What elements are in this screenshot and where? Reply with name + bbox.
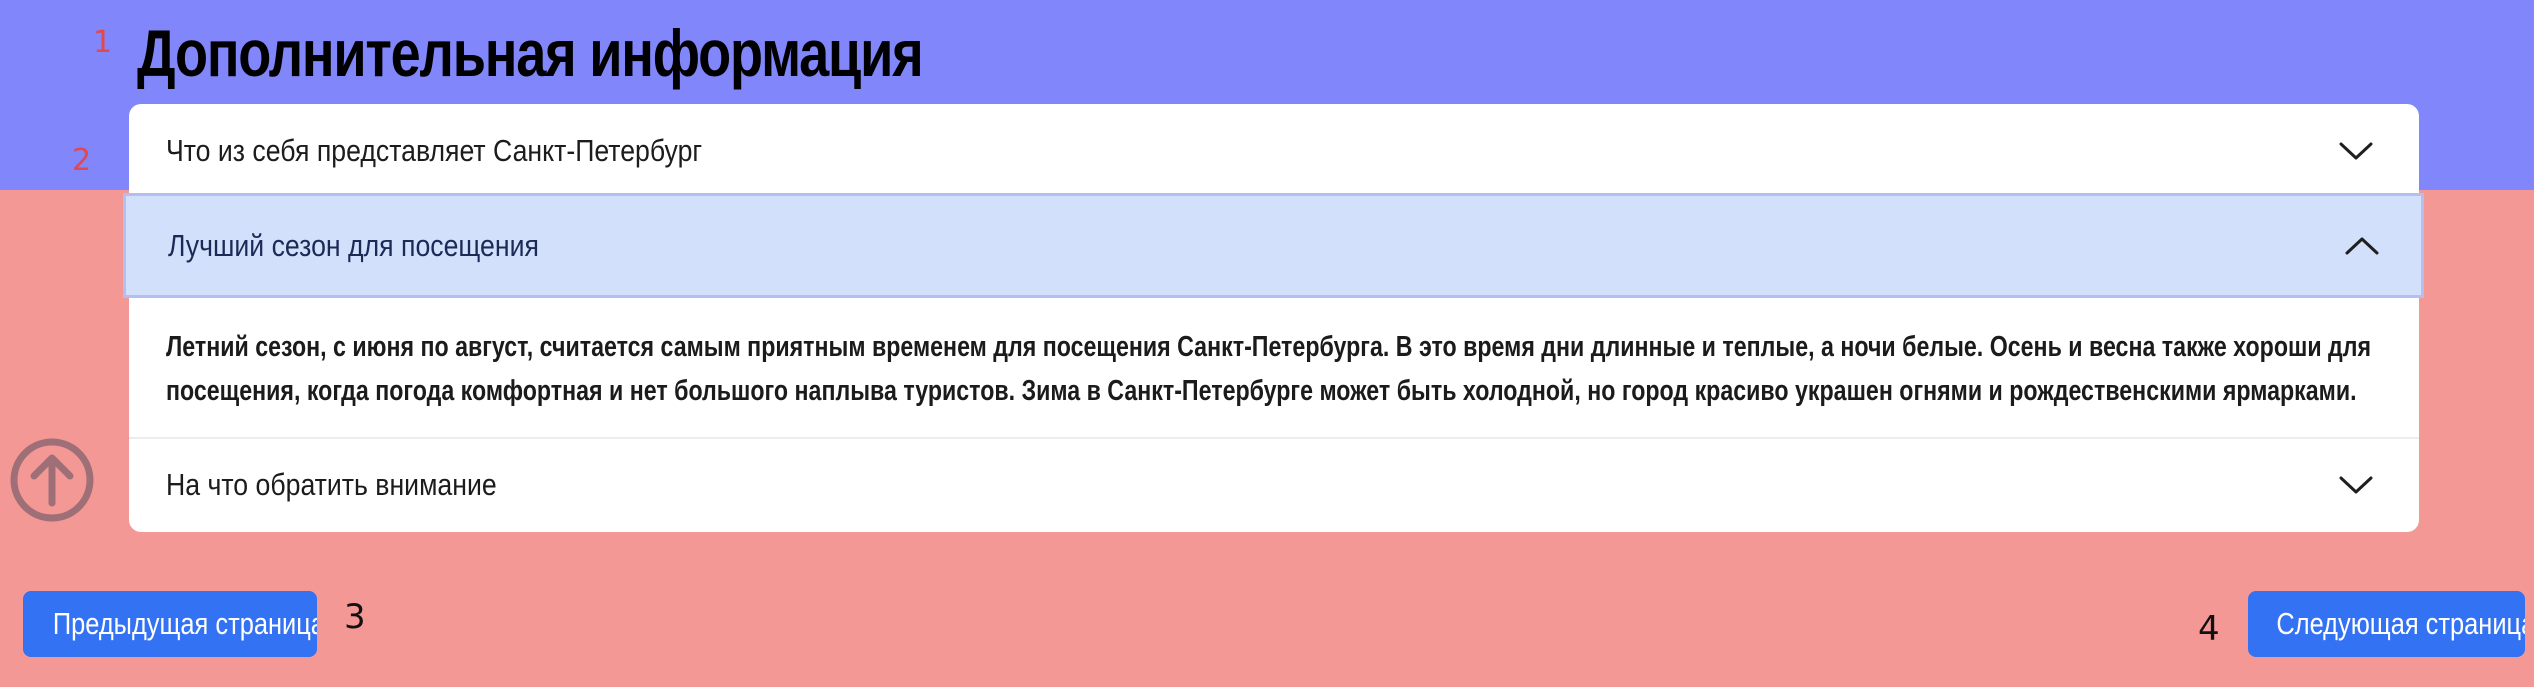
annotation-marker-4: 4 — [2198, 609, 2220, 649]
accordion-answer: Летний сезон, с июня по август, считаетс… — [166, 325, 2406, 413]
chevron-down-icon — [2339, 476, 2373, 494]
answer-line: посещения, когда погода комфортная и нет… — [166, 375, 2357, 407]
accordion-question: Что из себя представляет Санкт-Петербург — [166, 133, 703, 168]
accordion-item-best-season[interactable]: Лучший сезон для посещения — [123, 193, 2424, 298]
footer-strip — [0, 687, 2534, 698]
previous-page-label: Предыдущая страница — [52, 606, 317, 641]
next-page-label: Следующая страница — [2276, 606, 2525, 641]
page-title: Дополнительная информация — [137, 16, 924, 90]
accordion-question: Лучший сезон для посещения — [168, 228, 539, 263]
answer-line: Летний сезон, с июня по август, считаетс… — [166, 331, 2372, 363]
annotation-marker-3: 3 — [344, 597, 366, 637]
previous-page-button[interactable]: Предыдущая страница — [23, 591, 317, 657]
annotation-marker-2: 2 — [72, 143, 92, 178]
accordion-question: На что обратить внимание — [166, 467, 497, 502]
faq-accordion: Что из себя представляет Санкт-Петербург… — [129, 104, 2419, 532]
annotation-marker-1: 1 — [93, 25, 113, 60]
next-page-button[interactable]: Следующая страница — [2248, 591, 2525, 657]
arrow-up-circle-icon[interactable] — [9, 437, 95, 523]
chevron-up-icon — [2345, 237, 2379, 255]
accordion-item-what-is-spb[interactable]: Что из себя представляет Санкт-Петербург — [129, 104, 2419, 198]
chevron-down-icon — [2339, 142, 2373, 160]
accordion-item-what-to-note[interactable]: На что обратить внимание — [129, 438, 2419, 532]
